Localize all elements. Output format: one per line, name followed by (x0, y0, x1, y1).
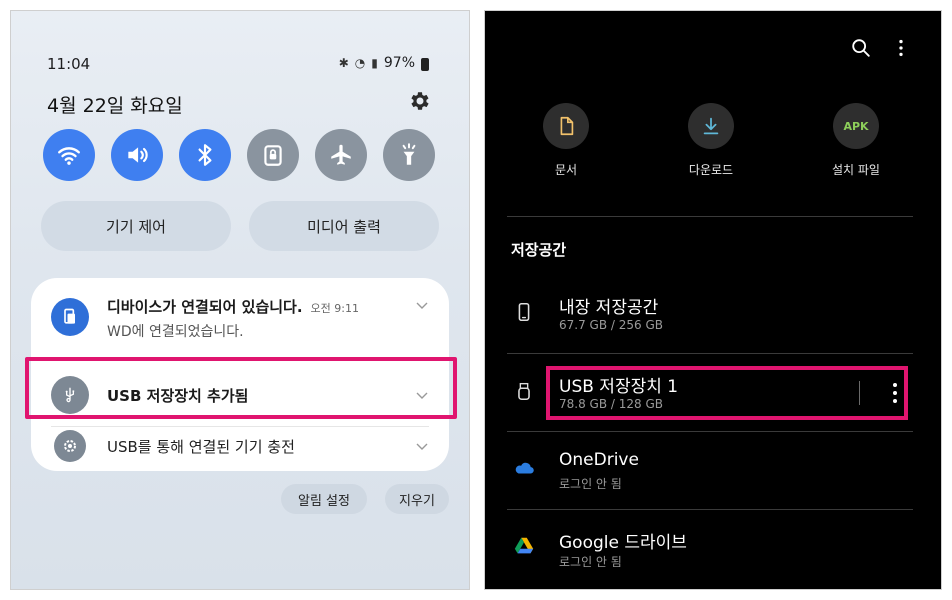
media-output-button[interactable]: 미디어 출력 (249, 201, 439, 251)
storage-item-internal[interactable]: 내장 저장공간 67.7 GB / 256 GB (485, 289, 941, 339)
storage-status: 로그인 안 됨 (559, 555, 622, 569)
speaker-icon (128, 147, 148, 163)
status-time: 11:04 (47, 55, 91, 73)
storage-name: Google 드라이브 (559, 533, 687, 553)
notification-divider (51, 426, 429, 427)
storage-divider (507, 353, 913, 354)
airplane-mode-toggle[interactable] (315, 129, 367, 181)
notification-settings-button[interactable]: 알림 설정 (281, 484, 367, 514)
apk-badge: APK (843, 119, 869, 133)
sound-toggle[interactable] (111, 129, 163, 181)
status-bar-icons: ✱ ◔ ▮ 97% (339, 55, 429, 71)
device-control-button[interactable]: 기기 제어 (41, 201, 231, 251)
battery-percent: 97% (383, 55, 415, 71)
storage-item-onedrive[interactable]: OneDrive 로그인 안 됨 (485, 447, 941, 497)
phone-icon (518, 302, 530, 322)
battery-icon (421, 57, 429, 71)
highlight-box (25, 357, 457, 419)
charging-settings-icon (54, 430, 86, 462)
notification-panel: 11:04 ✱ ◔ ▮ 97% 4월 22일 화요일 기기 제어 미디어 출력 (10, 10, 470, 590)
bluetooth-status-icon: ✱ (338, 56, 349, 70)
notification-device-connected[interactable]: 디바이스가 연결되어 있습니다. 오전 9:11 WD에 연결되었습니다. (31, 278, 449, 356)
signal-icon: ▮ (371, 56, 378, 70)
notification-title: USB를 통해 연결된 기기 충전 (107, 438, 295, 456)
download-icon (688, 103, 734, 149)
usb-drive-icon (518, 382, 530, 401)
notification-usb-charging[interactable]: USB를 통해 연결된 기기 충전 (31, 428, 449, 471)
settings-gear-icon[interactable] (407, 89, 431, 113)
wifi-toggle[interactable] (43, 129, 95, 181)
storage-status: 로그인 안 됨 (559, 477, 622, 491)
document-icon (543, 103, 589, 149)
storage-name: OneDrive (559, 450, 639, 470)
clear-notifications-button[interactable]: 지우기 (385, 484, 449, 514)
device-connection-icon (51, 298, 89, 336)
highlight-box (546, 366, 908, 420)
notification-time: 오전 9:11 (310, 302, 359, 315)
category-install-files[interactable]: APK 설치 파일 (811, 103, 901, 178)
storage-name: 내장 저장공간 (559, 298, 659, 318)
category-downloads[interactable]: 다운로드 (666, 103, 756, 178)
flashlight-toggle[interactable] (383, 129, 435, 181)
lock-icon (264, 145, 282, 166)
apk-icon: APK (833, 103, 879, 149)
search-icon[interactable] (850, 37, 872, 59)
wifi-icon (58, 147, 80, 165)
rotation-lock-toggle[interactable] (247, 129, 299, 181)
category-label: 문서 (554, 163, 578, 177)
category-documents[interactable]: 문서 (521, 103, 611, 178)
quick-settings-row (43, 129, 435, 181)
category-label: 다운로드 (688, 163, 734, 177)
storage-section-title: 저장공간 (511, 241, 567, 259)
onedrive-icon (515, 462, 534, 474)
storage-usage: 67.7 GB / 256 GB (559, 318, 663, 332)
chevron-down-icon[interactable] (415, 298, 429, 312)
file-manager-panel: 문서 다운로드 APK 설치 파일 저장공간 내장 저장공간 67.7 GB /… (484, 10, 942, 590)
chevron-down-icon[interactable] (415, 439, 429, 453)
wifi-status-icon: ◔ (354, 56, 366, 70)
notification-title: 디바이스가 연결되어 있습니다. 오전 9:11 (107, 298, 359, 316)
category-label: 설치 파일 (832, 163, 880, 177)
storage-divider (507, 431, 913, 432)
google-drive-icon (514, 537, 534, 554)
flashlight-icon (402, 143, 416, 165)
airplane-icon (331, 144, 351, 165)
more-options-icon[interactable] (890, 37, 912, 59)
storage-divider (507, 509, 913, 510)
date-text: 4월 22일 화요일 (47, 95, 183, 117)
bluetooth-toggle[interactable] (179, 129, 231, 181)
section-divider (507, 216, 913, 217)
storage-item-google-drive[interactable]: Google 드라이브 로그인 안 됨 (485, 525, 941, 575)
notification-subtitle: WD에 연결되었습니다. (107, 324, 244, 340)
bluetooth-icon (198, 144, 212, 166)
